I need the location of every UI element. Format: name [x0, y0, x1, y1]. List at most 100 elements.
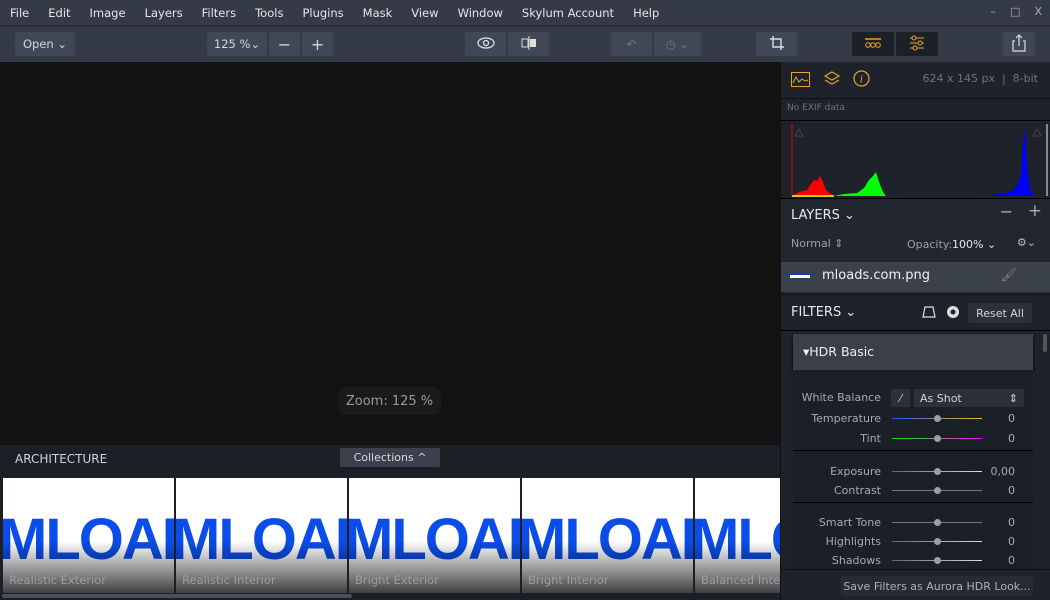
maximize-button[interactable]: □: [1010, 5, 1020, 18]
window-controls: – □ X: [991, 5, 1042, 18]
close-button[interactable]: X: [1034, 5, 1042, 18]
white-balance-select[interactable]: As Shot ⇕: [914, 389, 1024, 407]
white-balance-label: White Balance: [801, 391, 881, 404]
slider-value: 0: [1008, 432, 1015, 445]
preset-thumbnail[interactable]: MLOADSRealistic Exterior: [3, 478, 174, 593]
open-button[interactable]: Open ⌄: [15, 32, 75, 56]
layer-row[interactable]: mloads.com.png 🖌: [781, 262, 1050, 292]
chevron-down-icon: ⌄: [839, 208, 855, 223]
group-divider: [793, 450, 1033, 451]
eyedropper-icon[interactable]: ⁄: [891, 389, 910, 407]
preset-thumbnail[interactable]: MLOADSRealistic Interior: [176, 478, 347, 593]
exif-info: No EXIF data: [787, 103, 845, 113]
slider-handle[interactable]: [934, 435, 941, 442]
hdr-basic-header[interactable]: ▾HDR Basic: [793, 334, 1033, 370]
open-label: Open: [22, 37, 54, 51]
aperture-icon[interactable]: [946, 305, 960, 322]
menu-edit[interactable]: Edit: [48, 6, 70, 20]
chevron-down-icon: ⌄: [57, 37, 67, 51]
collections-button[interactable]: Collections ^: [340, 448, 440, 467]
info-tab-icon[interactable]: i: [853, 70, 870, 90]
slider-value: 0,00: [990, 465, 1016, 478]
presets-icon: [864, 37, 882, 51]
minimize-button[interactable]: –: [991, 5, 997, 18]
chevron-down-icon: ⌄: [250, 37, 261, 51]
zoom-select[interactable]: 125 % ⌄: [207, 32, 267, 56]
slider-value: 0: [1008, 484, 1015, 497]
layers-tab-icon[interactable]: [823, 70, 841, 91]
slider-value: 0: [1008, 412, 1015, 425]
section-title: HDR Basic: [809, 344, 875, 359]
zoom-indicator: Zoom: 125 %: [338, 387, 441, 415]
histogram-tab-icon[interactable]: [791, 72, 810, 90]
menu-skylum-account[interactable]: Skylum Account: [522, 6, 614, 20]
slider-handle[interactable]: [934, 468, 941, 475]
filters-title[interactable]: FILTERS ⌄: [791, 305, 856, 320]
add-layer-button[interactable]: +: [1028, 201, 1042, 221]
preset-thumbnail[interactable]: MLOADSBalanced Interior: [695, 478, 780, 593]
crop-button[interactable]: [756, 32, 797, 56]
histogram-red: [792, 176, 834, 196]
histogram: [791, 124, 1048, 197]
menu-plugins[interactable]: Plugins: [302, 6, 343, 20]
remove-layer-button[interactable]: −: [1000, 202, 1013, 221]
slider-handle[interactable]: [934, 415, 941, 422]
layer-settings-icon[interactable]: ⚙⌄: [1017, 236, 1036, 249]
zoom-out-button[interactable]: −: [269, 32, 300, 56]
white-balance-value: As Shot: [920, 391, 962, 405]
menu-view[interactable]: View: [411, 6, 438, 20]
undo-button[interactable]: ↶: [611, 32, 652, 56]
slider-value: 0: [1008, 535, 1015, 548]
zoom-in-button[interactable]: +: [302, 32, 333, 56]
opacity-value: 100%: [952, 238, 984, 251]
right-panel: i 624 x 145 px | 8-bit No EXIF data LAYE…: [780, 62, 1050, 600]
opacity-select[interactable]: 100% ⌄: [952, 238, 996, 251]
menu-tools[interactable]: Tools: [255, 6, 283, 20]
menu-help[interactable]: Help: [633, 6, 659, 20]
preset-thumbnail[interactable]: MLOADSBright Exterior: [349, 478, 520, 593]
compare-button[interactable]: [508, 32, 549, 56]
group-divider: [793, 502, 1033, 503]
menu-window[interactable]: Window: [458, 6, 503, 20]
slider-handle[interactable]: [934, 538, 941, 545]
slider-label: Contrast: [833, 484, 881, 497]
histogram-green: [834, 172, 886, 196]
reset-all-button[interactable]: Reset All: [968, 303, 1032, 323]
menu-layers[interactable]: Layers: [145, 6, 183, 20]
share-icon: [1012, 33, 1026, 55]
menu-filters[interactable]: Filters: [202, 6, 236, 20]
highlight-clip-warning-icon: [1032, 127, 1042, 137]
presets-scrollbar[interactable]: [2, 594, 352, 598]
save-look-button[interactable]: Save Filters as Aurora HDR Look...: [841, 576, 1033, 596]
eye-icon: [476, 36, 495, 52]
opacity-label: Opacity:: [907, 238, 953, 251]
presets-strip: ARCHITECTURE Collections ^ MLOADSRealist…: [0, 445, 780, 600]
perspective-icon[interactable]: [922, 306, 936, 321]
menu-file[interactable]: File: [10, 6, 29, 20]
blend-mode-select[interactable]: Normal ⇕: [791, 237, 844, 250]
history-button[interactable]: ◷ ⌄: [654, 32, 701, 56]
shadow-clip-warning-icon: [794, 127, 804, 137]
undo-icon: ↶: [626, 37, 637, 51]
preview-button[interactable]: [465, 32, 506, 56]
slider-label: Highlights: [825, 535, 881, 548]
preset-thumbnail[interactable]: MLOADSBright Interior: [522, 478, 693, 593]
filters-scrollbar[interactable]: [1043, 334, 1047, 352]
presets-toggle-button[interactable]: [852, 32, 894, 56]
preset-label: Bright Interior: [528, 573, 609, 587]
slider-handle[interactable]: [934, 487, 941, 494]
slider-handle[interactable]: [934, 519, 941, 526]
menu-mask[interactable]: Mask: [363, 6, 393, 20]
zoom-value: 125 %: [213, 37, 251, 51]
layers-title[interactable]: LAYERS ⌄: [791, 208, 855, 223]
export-button[interactable]: [1003, 32, 1035, 56]
adjustments-toggle-button[interactable]: [896, 32, 938, 56]
slider-label: Shadows: [831, 554, 881, 567]
brush-icon[interactable]: 🖌: [1000, 268, 1017, 283]
layer-thumbnail: [790, 274, 810, 278]
menu-image[interactable]: Image: [90, 6, 126, 20]
slider-handle[interactable]: [934, 557, 941, 564]
slider-label: Smart Tone: [818, 516, 881, 529]
image-info: 624 x 145 px | 8-bit: [922, 72, 1039, 85]
slider-label: Tint: [860, 432, 881, 445]
